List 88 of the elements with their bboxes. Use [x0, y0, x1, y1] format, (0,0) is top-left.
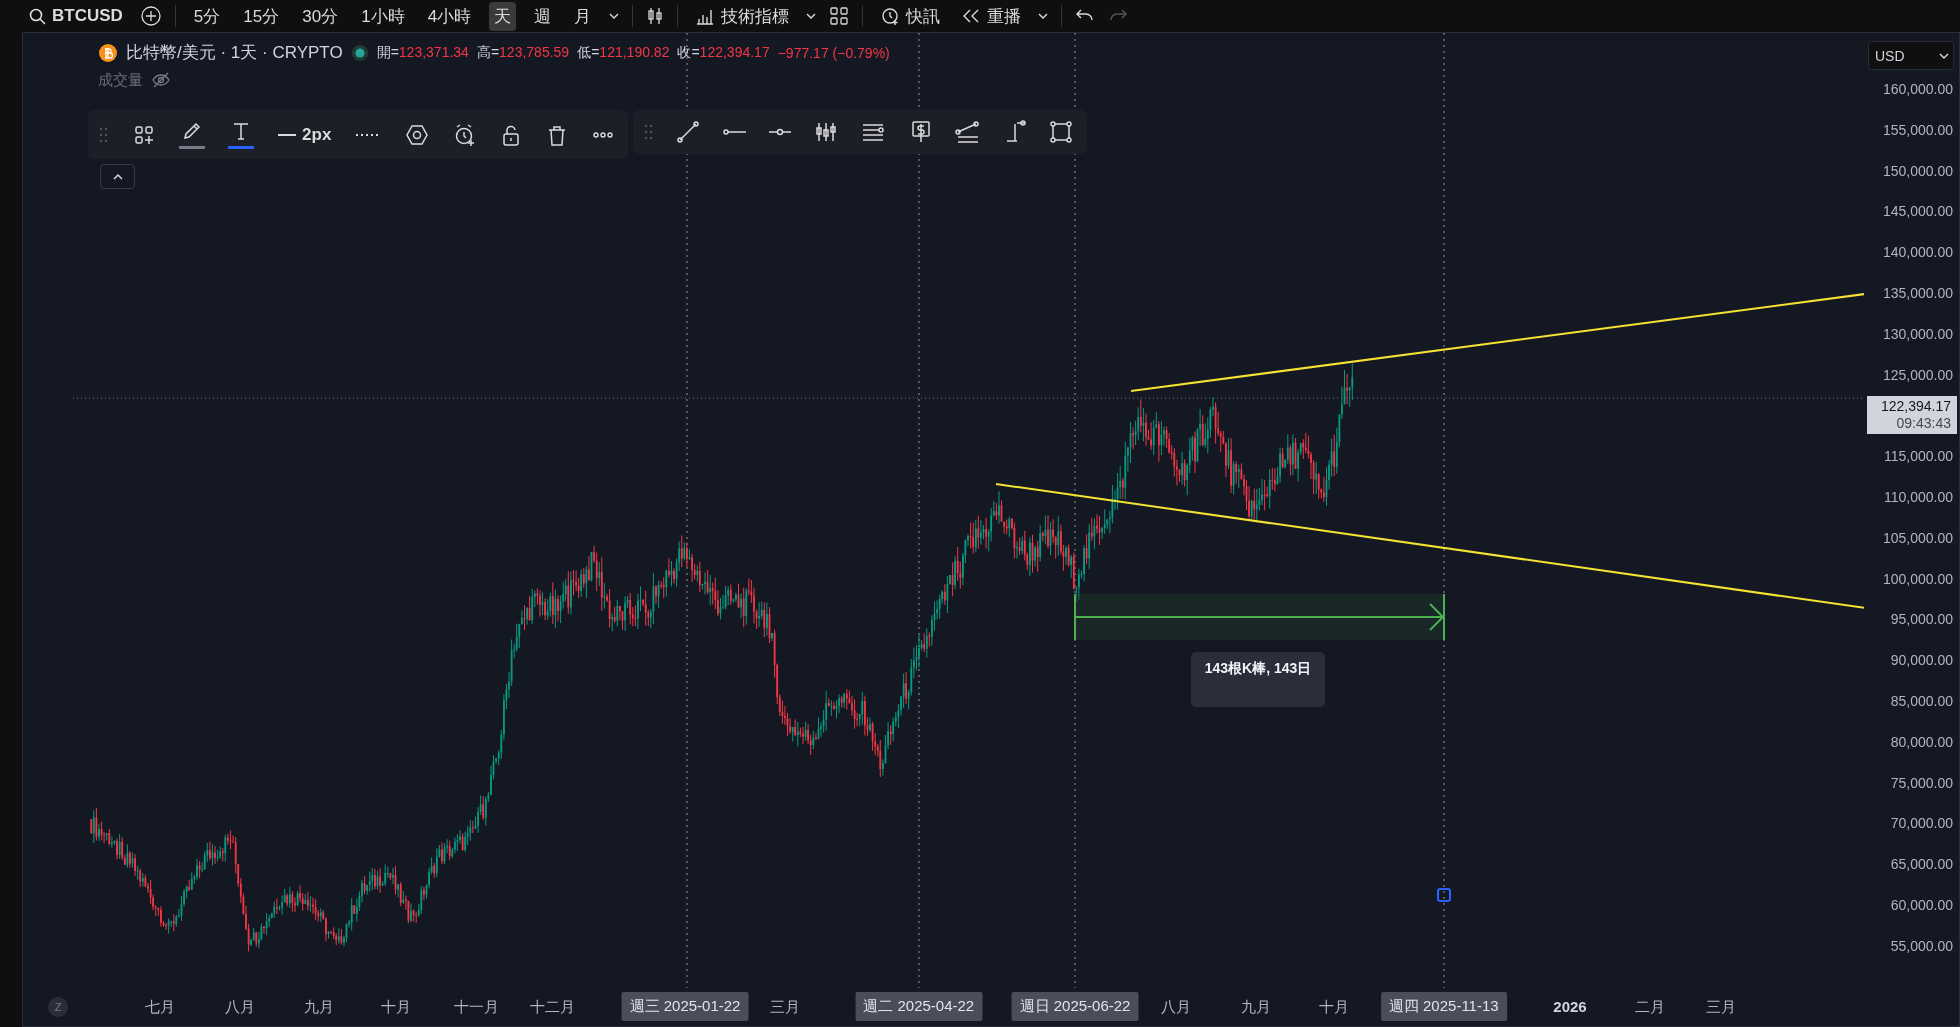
interval-button[interactable]: 4小時	[422, 1, 477, 31]
time-tick-label: 三月	[1706, 998, 1737, 1017]
price-tick-label: 85,000.00	[1890, 692, 1953, 709]
regression-lines-icon[interactable]	[954, 120, 981, 144]
price-tick-label: 115,000.00	[1883, 448, 1953, 465]
interval-button[interactable]: 天	[489, 1, 517, 31]
search-icon	[28, 7, 46, 25]
price-tick-label: 75,000.00	[1890, 774, 1953, 791]
market-status-icon	[350, 43, 369, 62]
price-tick-label: 55,000.00	[1890, 937, 1953, 954]
symbol-title: 比特幣/美元 · 1天 · CRYPTO	[126, 42, 343, 64]
crosshair-date-label: 週三 2025-01-22	[621, 992, 749, 1021]
price-tick-label: 65,000.00	[1890, 856, 1953, 873]
time-tick-label: 十一月	[453, 998, 499, 1017]
volume-label: 成交量	[98, 70, 143, 90]
ohlc-value: 收=122,394.17	[677, 43, 770, 62]
eye-off-icon[interactable]	[151, 70, 171, 90]
price-tick-label: 145,000.00	[1882, 203, 1953, 220]
alerts-button[interactable]: 快訊	[876, 2, 945, 30]
crosshair-date-label: 週二 2025-04-22	[855, 992, 983, 1021]
layout-grid-icon[interactable]	[829, 6, 850, 26]
bar-countdown: 09:43:43	[1896, 415, 1951, 433]
price-tick-label: 60,000.00	[1890, 896, 1953, 913]
trend-line-icon[interactable]	[676, 120, 701, 144]
price-tick-label: 125,000.00	[1882, 366, 1953, 383]
time-tick-label: 九月	[1241, 998, 1272, 1017]
price-tick-label: 160,000.00	[1882, 81, 1953, 97]
interval-button[interactable]: 月	[569, 1, 597, 31]
range-tooltip: 143根K棒, 143日	[1191, 652, 1325, 707]
hexagon-icon[interactable]	[404, 122, 429, 147]
interval-button[interactable]: 30分	[297, 1, 344, 31]
text-color-button[interactable]	[228, 120, 255, 149]
time-tick-label: 九月	[303, 998, 334, 1017]
time-tick-label: 2026	[1553, 998, 1587, 1015]
interval-button[interactable]: 5分	[188, 1, 226, 31]
line-icon	[278, 133, 297, 136]
price-tick-label: 90,000.00	[1890, 652, 1953, 669]
symbol-search-button[interactable]: BTCUSD	[24, 4, 127, 28]
line-width-button[interactable]: 2px	[278, 124, 332, 145]
trend-line[interactable]	[1130, 293, 1864, 392]
collapse-button[interactable]	[100, 164, 135, 189]
ohlc-value: 高=123,785.59	[476, 43, 570, 62]
drag-handle-icon	[643, 122, 654, 142]
price-tick-label: 155,000.00	[1882, 121, 1953, 138]
replay-button[interactable]: 重播	[957, 2, 1026, 30]
price-tick-label: 100,000.00	[1882, 570, 1953, 587]
price-tick-label: 140,000.00	[1882, 244, 1953, 261]
date-range-drawing[interactable]	[1074, 593, 1445, 641]
time-tick-label: 十二月	[530, 998, 575, 1017]
time-tick-label: 八月	[1161, 998, 1192, 1017]
interval-button[interactable]: 15分	[238, 1, 285, 31]
template-icon[interactable]	[132, 123, 155, 146]
anchor-handle[interactable]	[1437, 888, 1451, 902]
bitcoin-coin-icon	[98, 42, 118, 63]
ohlc-value: 低=121,190.82	[577, 43, 670, 62]
chevron-down-icon[interactable]	[609, 13, 620, 19]
add-circle-icon[interactable]	[139, 5, 162, 27]
crosshair-date-label: 週日 2025-06-22	[1011, 992, 1139, 1021]
ohlc-value: 開=123,371.34	[376, 43, 469, 62]
chevron-down-icon[interactable]	[1038, 13, 1049, 19]
currency-dropdown[interactable]: USD	[1868, 41, 1954, 70]
chevron-down-icon[interactable]	[806, 13, 817, 19]
interval-button[interactable]: 週	[529, 1, 557, 31]
price-tick-label: 105,000.00	[1882, 529, 1953, 546]
candlestick-icon[interactable]	[646, 6, 665, 26]
price-tick-label: 150,000.00	[1882, 162, 1953, 179]
pencil-color-button[interactable]	[178, 120, 205, 149]
interval-button[interactable]: 1小時	[356, 1, 410, 31]
price-tick-label: 110,000.00	[1883, 488, 1953, 505]
price-tick-label: 95,000.00	[1890, 611, 1953, 628]
price-change: −977.17 (−0.79%)	[777, 44, 890, 61]
last-price: 122,394.17	[1880, 398, 1951, 416]
trend-line[interactable]	[995, 483, 1864, 609]
time-tick-label: 十月	[1318, 998, 1349, 1017]
time-tick-label: 二月	[1635, 998, 1665, 1017]
time-tick-label: 三月	[770, 998, 800, 1017]
time-tick-label: 七月	[145, 998, 175, 1017]
time-tick-label: 十月	[381, 998, 412, 1017]
crosshair-date-label: 週四 2025-11-13	[1380, 992, 1507, 1021]
price-tick-label: 80,000.00	[1890, 733, 1953, 750]
price-tick-label: 135,000.00	[1882, 284, 1953, 301]
alarm-plus-icon	[880, 5, 901, 27]
price-tick-label: 130,000.00	[1882, 325, 1953, 342]
indicators-button[interactable]: 技術指標	[691, 2, 794, 30]
time-tick-label: 八月	[225, 998, 255, 1017]
price-tick-label: 70,000.00	[1890, 815, 1953, 832]
chevron-down-icon	[1939, 52, 1949, 59]
rectangle-icon[interactable]	[1049, 120, 1073, 144]
